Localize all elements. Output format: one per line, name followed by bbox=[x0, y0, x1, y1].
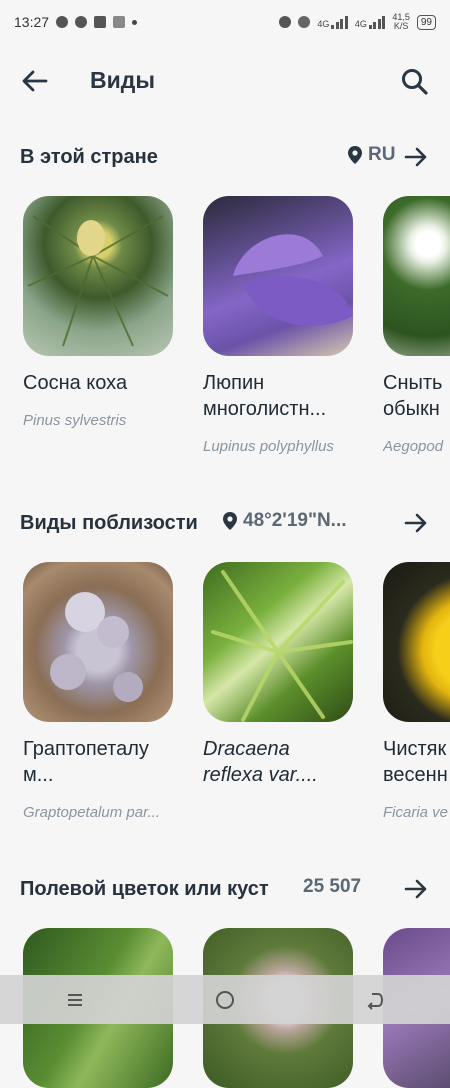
notification-off-icon bbox=[94, 16, 107, 28]
net-speed: 41,5 K/S bbox=[392, 12, 410, 31]
signal-1-icon: 4G bbox=[317, 15, 348, 29]
location-coordinates: 48°2'19"N... bbox=[243, 510, 347, 531]
section-nearby: Виды поблизости 48°2'19"N... Граптопетал… bbox=[0, 506, 450, 846]
battery-icon: 99 bbox=[416, 14, 436, 30]
region-selector[interactable]: RU bbox=[348, 144, 395, 166]
section-title: В этой стране bbox=[20, 145, 158, 168]
species-photo bbox=[383, 562, 450, 722]
species-photo bbox=[23, 196, 173, 356]
home-button[interactable] bbox=[205, 980, 245, 1020]
location-pin-icon bbox=[223, 512, 237, 530]
section-title: Виды поблизости bbox=[20, 511, 198, 534]
species-latin-name: Pinus sylvestris bbox=[23, 412, 127, 429]
app-bar: Виды bbox=[0, 56, 450, 106]
species-card[interactable]: Люпин многолистн... Lupinus polyphyllus bbox=[203, 196, 353, 455]
back-chevron-icon bbox=[367, 992, 384, 1010]
telegram-icon bbox=[56, 16, 69, 28]
species-photo bbox=[203, 562, 353, 722]
section-title: Полевой цветок или куст bbox=[20, 877, 269, 900]
page-title: Виды bbox=[90, 67, 155, 93]
species-name: Сныть обыкн bbox=[383, 372, 443, 420]
alarm-icon bbox=[279, 16, 292, 28]
wifi-icon bbox=[298, 16, 311, 28]
species-card[interactable]: Сосна коха Pinus sylvestris bbox=[23, 196, 173, 429]
arrow-right-icon[interactable] bbox=[402, 875, 430, 903]
home-circle-icon bbox=[216, 990, 234, 1009]
location-selector[interactable]: 48°2'19"N... bbox=[223, 510, 347, 532]
section-header[interactable]: В этой стране RU bbox=[20, 140, 430, 174]
status-time: 13:27 bbox=[14, 14, 50, 30]
more-notifications-icon bbox=[132, 19, 138, 25]
species-card[interactable]: Сныть обыкн Aegopod bbox=[383, 196, 450, 455]
species-latin-name: Ficaria ve bbox=[383, 804, 449, 821]
species-name: Сосна коха bbox=[23, 372, 128, 394]
back-arrow-icon[interactable] bbox=[20, 66, 50, 96]
species-count: 25 507 bbox=[303, 876, 362, 897]
species-photo bbox=[383, 196, 450, 356]
section-header[interactable]: Полевой цветок или куст 25 507 bbox=[20, 872, 430, 906]
species-name: Граптопеталу м... bbox=[23, 738, 149, 786]
system-navigation-bar bbox=[0, 975, 450, 1024]
species-latin-name: Lupinus polyphyllus bbox=[203, 438, 334, 455]
species-latin-name: Aegopod bbox=[383, 438, 444, 455]
species-card[interactable]: Граптопеталу м... Graptopetalum par... bbox=[23, 562, 173, 821]
telegram-icon bbox=[75, 16, 88, 28]
qr-icon bbox=[113, 16, 126, 28]
arrow-right-icon[interactable] bbox=[402, 509, 430, 537]
species-name: Люпин многолистн... bbox=[203, 372, 327, 420]
menu-lines-icon bbox=[68, 993, 82, 1006]
search-icon[interactable] bbox=[399, 66, 431, 98]
species-photo bbox=[203, 196, 353, 356]
species-name: Dracaena reflexa var.... bbox=[203, 738, 318, 786]
recent-apps-button[interactable] bbox=[55, 980, 95, 1020]
species-card[interactable]: Dracaena reflexa var.... bbox=[203, 562, 353, 804]
region-code: RU bbox=[368, 144, 396, 165]
back-button[interactable] bbox=[355, 980, 395, 1020]
species-name: Чистяк весенн bbox=[383, 738, 448, 786]
section-in-country: В этой стране RU Сосна коха Pinus sylves… bbox=[0, 140, 450, 470]
species-card[interactable]: Чистяк весенн Ficaria ve bbox=[383, 562, 450, 821]
species-photo bbox=[23, 562, 173, 722]
arrow-right-icon[interactable] bbox=[402, 143, 430, 171]
section-header[interactable]: Виды поблизости 48°2'19"N... bbox=[20, 506, 430, 540]
signal-2-icon: 4G bbox=[355, 15, 386, 29]
species-latin-name: Graptopetalum par... bbox=[23, 804, 161, 821]
location-pin-icon bbox=[348, 146, 362, 164]
status-bar: 13:27 4G 4G 41,5 K/S 99 bbox=[0, 0, 450, 44]
